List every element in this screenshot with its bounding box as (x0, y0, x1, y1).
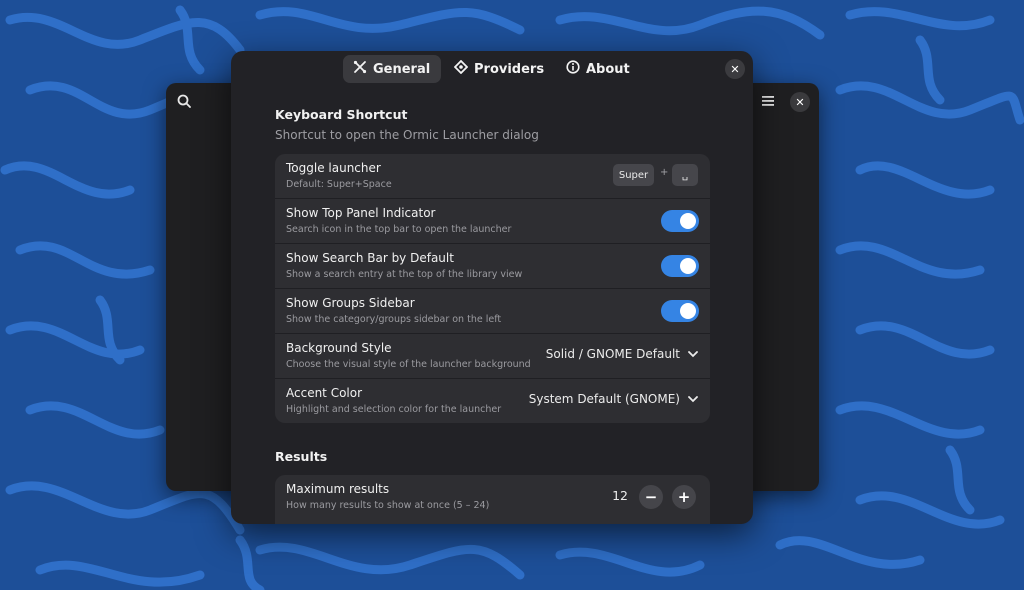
keyboard-shortcut-heading: Keyboard Shortcut (275, 107, 408, 122)
show-top-panel-indicator-row: Show Top Panel Indicator Search icon in … (275, 199, 710, 244)
increment-button[interactable]: + (672, 485, 696, 509)
row-subtitle: Show a search entry at the top of the li… (286, 269, 523, 280)
background-window-close-icon[interactable]: ✕ (790, 92, 810, 112)
row-title: Accent Color (286, 386, 363, 400)
preferences-dialog: General Providers About ✕ Keyboard Short… (231, 51, 753, 524)
search-bar-switch[interactable] (661, 255, 699, 277)
background-style-dropdown[interactable]: Solid / GNOME Default (546, 347, 698, 361)
keyboard-shortcut-description: Shortcut to open the Ormic Launcher dial… (275, 128, 539, 142)
results-heading: Results (275, 449, 328, 464)
background-style-row[interactable]: Background Style Choose the visual style… (275, 334, 710, 379)
tab-label: Providers (474, 61, 545, 77)
row-subtitle: Search icon in the top bar to open the l… (286, 224, 512, 235)
tools-icon (353, 60, 367, 78)
results-card: Maximum results How many results to show… (275, 475, 710, 524)
maximum-results-value[interactable]: 12 (612, 488, 628, 503)
switch-knob (680, 303, 696, 319)
switch-knob (680, 213, 696, 229)
close-icon[interactable]: ✕ (725, 59, 745, 79)
puzzle-icon (453, 59, 469, 78)
tab-bar: General Providers About (231, 55, 753, 87)
tab-about[interactable]: About (556, 55, 638, 83)
row-title: Maximum results (286, 482, 390, 496)
accent-color-dropdown[interactable]: System Default (GNOME) (529, 392, 698, 406)
top-panel-indicator-switch[interactable] (661, 210, 699, 232)
row-subtitle: Choose the visual style of the launcher … (286, 359, 531, 370)
show-groups-sidebar-row: Show Groups Sidebar Show the category/gr… (275, 289, 710, 334)
tab-general[interactable]: General (343, 55, 441, 83)
info-icon (566, 60, 580, 78)
row-subtitle: Default: Super+Space (286, 179, 392, 190)
row-subtitle: How many results to show at once (5 – 24… (286, 500, 490, 511)
groups-sidebar-switch[interactable] (661, 300, 699, 322)
shortcut-key-super: Super (613, 164, 654, 186)
tab-label: About (586, 61, 630, 77)
row-title: Show Top Panel Indicator (286, 206, 436, 220)
chevron-down-icon (688, 347, 698, 361)
switch-knob (680, 258, 696, 274)
search-icon[interactable] (171, 88, 197, 114)
menu-icon[interactable] (755, 88, 781, 114)
decrement-button[interactable]: − (639, 485, 663, 509)
row-title: Toggle launcher (286, 161, 381, 175)
toggle-launcher-row[interactable]: Toggle launcher Default: Super+Space Sup… (275, 154, 710, 199)
show-search-bar-row: Show Search Bar by Default Show a search… (275, 244, 710, 289)
dropdown-value: Solid / GNOME Default (545, 347, 680, 361)
row-subtitle: Show the category/groups sidebar on the … (286, 314, 502, 325)
maximum-results-row: Maximum results How many results to show… (275, 475, 710, 519)
row-title: Show Search Bar by Default (286, 251, 454, 265)
dropdown-value: System Default (GNOME) (528, 392, 680, 406)
tab-label: General (373, 61, 431, 77)
tab-providers[interactable]: Providers (444, 55, 548, 83)
accent-color-row[interactable]: Accent Color Highlight and selection col… (275, 379, 710, 423)
chevron-down-icon (688, 392, 698, 406)
row-subtitle: Highlight and selection color for the la… (286, 404, 502, 415)
shortcut-key-space: ␣ (672, 164, 698, 186)
row-title: Show Groups Sidebar (286, 296, 415, 310)
general-settings-card: Toggle launcher Default: Super+Space Sup… (275, 154, 710, 423)
shortcut-plus: + (660, 167, 669, 178)
row-title: Background Style (286, 341, 392, 355)
